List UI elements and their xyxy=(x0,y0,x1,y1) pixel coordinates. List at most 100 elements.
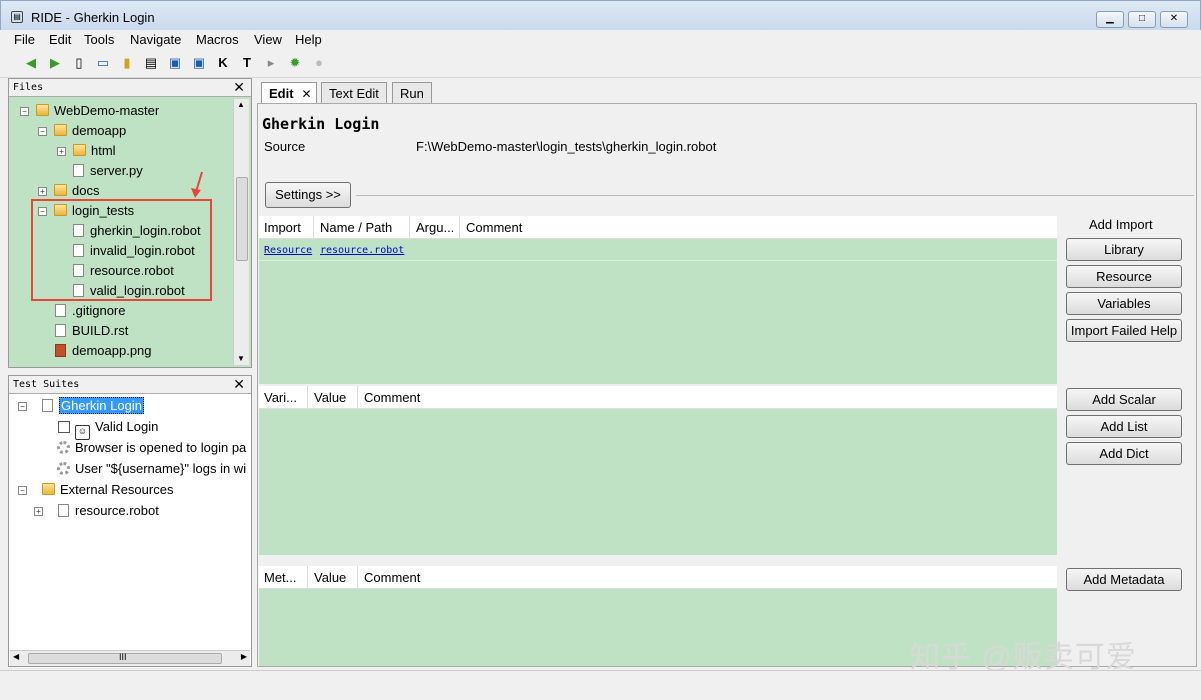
test-item-label: Valid Login xyxy=(95,419,159,434)
tree-item-demoapp[interactable]: − demoapp xyxy=(38,123,126,141)
source-label: Source xyxy=(264,139,306,154)
keyword-item-label: User "${username}" logs in wi xyxy=(75,461,247,476)
suite-item-label: External Resources xyxy=(60,482,174,497)
menu-tools[interactable]: Tools xyxy=(84,32,114,47)
scroll-left-icon[interactable]: ◀ xyxy=(13,652,19,661)
tree-item-label: BUILD.rst xyxy=(72,323,129,338)
stop-icon[interactable]: ● xyxy=(310,54,328,72)
save-icon[interactable]: ▤ xyxy=(142,54,160,72)
add-variables-button[interactable]: Variables xyxy=(1066,292,1182,315)
keyword-item-user-logs-in[interactable]: User "${username}" logs in wi xyxy=(57,461,246,479)
back-arrow-icon[interactable]: ◀ xyxy=(22,54,40,72)
tree-item-label: server.py xyxy=(90,163,143,178)
tree-item-label: demoapp.png xyxy=(72,343,152,358)
menu-macros[interactable]: Macros xyxy=(196,32,239,47)
menu-edit[interactable]: Edit xyxy=(49,32,71,47)
scroll-right-icon[interactable]: ▶ xyxy=(241,652,247,661)
scroll-thumb[interactable] xyxy=(236,177,248,261)
suite-item-gherkin-login[interactable]: − Gherkin Login xyxy=(18,397,144,416)
add-metadata-button[interactable]: Add Metadata xyxy=(1066,568,1182,591)
import-path-link[interactable]: resource.robot xyxy=(320,245,404,256)
scroll-up-icon[interactable]: ▲ xyxy=(237,100,245,109)
status-bar xyxy=(0,670,1201,700)
run-icon[interactable]: ▸ xyxy=(262,54,280,72)
collapse-icon[interactable]: − xyxy=(18,486,27,495)
test-checkbox[interactable] xyxy=(58,421,70,433)
menu-view[interactable]: View xyxy=(254,32,282,47)
col-separator xyxy=(313,216,314,239)
maximize-button[interactable]: □ xyxy=(1128,11,1156,28)
suites-hscrollbar[interactable]: ◀ III ▶ xyxy=(10,650,250,666)
toolbar: ◀ ▶ ▯ ▭ ▮ ▤ ▣ ▣ K T ▸ ✹ ● xyxy=(0,50,1201,78)
variable-table[interactable]: Vari... Value Comment xyxy=(259,386,1057,555)
suite-file-icon xyxy=(42,399,53,412)
robot-icon: ☺ xyxy=(75,425,90,440)
new-file-icon[interactable]: ▯ xyxy=(70,54,88,72)
scroll-thumb[interactable]: III xyxy=(28,652,222,664)
add-dict-button[interactable]: Add Dict xyxy=(1066,442,1182,465)
table-row[interactable]: Resource resource.robot xyxy=(259,240,1057,261)
tree-item-label: html xyxy=(91,143,116,158)
annotation-arrow-icon xyxy=(191,171,203,198)
suite-item-external-resources[interactable]: − External Resources xyxy=(18,482,173,500)
debug-bug-icon[interactable]: ✹ xyxy=(286,54,304,72)
files-scrollbar[interactable]: ▲ ▼ xyxy=(233,99,249,365)
col-separator xyxy=(357,386,358,409)
suites-panel-header: Test Suites ✕ xyxy=(9,376,251,394)
col-header-metadata: Met... xyxy=(264,570,297,585)
search-tests-icon[interactable]: T xyxy=(238,54,256,72)
tree-item-server-py[interactable]: server.py xyxy=(73,163,143,181)
add-import-title: Add Import xyxy=(1089,217,1153,232)
tree-item-html[interactable]: + html xyxy=(57,143,116,161)
forward-arrow-icon[interactable]: ▶ xyxy=(46,54,64,72)
import-table-header: Import Name / Path Argu... Comment xyxy=(259,216,1057,239)
tab-label: Text Edit xyxy=(329,86,379,101)
minimize-button[interactable]: ▁ xyxy=(1096,11,1124,28)
ride-app-icon: ▤ xyxy=(11,11,23,23)
export-icon[interactable]: ▣ xyxy=(190,54,208,72)
tab-run[interactable]: Run xyxy=(392,82,432,104)
collapse-icon[interactable]: − xyxy=(38,127,47,136)
menu-help[interactable]: Help xyxy=(295,32,322,47)
test-item-valid-login[interactable]: ☺ Valid Login xyxy=(58,419,159,440)
file-icon xyxy=(55,304,66,317)
save-all-icon[interactable]: ▣ xyxy=(166,54,184,72)
scroll-down-icon[interactable]: ▼ xyxy=(237,354,245,363)
tree-item-demoapp-png[interactable]: demoapp.png xyxy=(55,343,152,361)
collapse-icon[interactable]: − xyxy=(18,402,27,411)
add-resource-button[interactable]: Resource xyxy=(1066,265,1182,288)
expand-icon[interactable]: + xyxy=(34,507,43,516)
tab-label: Run xyxy=(400,86,424,101)
open-folder-icon[interactable]: ▭ xyxy=(94,54,112,72)
add-library-button[interactable]: Library xyxy=(1066,238,1182,261)
menu-navigate[interactable]: Navigate xyxy=(130,32,181,47)
expand-icon[interactable]: + xyxy=(38,187,47,196)
suite-item-label: Gherkin Login xyxy=(59,397,144,414)
tab-edit[interactable]: Edit ✕ xyxy=(261,82,317,105)
tree-item-build-rst[interactable]: BUILD.rst xyxy=(55,323,128,341)
import-table[interactable]: Import Name / Path Argu... Comment Resou… xyxy=(259,216,1057,384)
col-separator xyxy=(409,216,410,239)
tab-text-edit[interactable]: Text Edit xyxy=(321,82,387,104)
expand-icon[interactable]: + xyxy=(57,147,66,156)
add-list-button[interactable]: Add List xyxy=(1066,415,1182,438)
tree-item-gitignore[interactable]: .gitignore xyxy=(55,303,125,321)
close-panel-icon[interactable]: ✕ xyxy=(233,79,245,96)
add-scalar-button[interactable]: Add Scalar xyxy=(1066,388,1182,411)
col-header-comment: Comment xyxy=(364,570,421,585)
close-window-button[interactable]: ✕ xyxy=(1160,11,1188,28)
search-keywords-icon[interactable]: K xyxy=(214,54,232,72)
menu-file[interactable]: File xyxy=(14,32,35,47)
collapse-icon[interactable]: − xyxy=(20,107,29,116)
open-directory-icon[interactable]: ▮ xyxy=(118,54,136,72)
close-panel-icon[interactable]: ✕ xyxy=(233,376,245,393)
file-icon xyxy=(55,324,66,337)
tree-item-webdemo-master[interactable]: − WebDemo-master xyxy=(20,103,159,121)
settings-button[interactable]: Settings >> xyxy=(265,182,351,208)
import-failed-help-button[interactable]: Import Failed Help xyxy=(1066,319,1182,342)
close-tab-icon[interactable]: ✕ xyxy=(302,87,312,101)
import-type-link[interactable]: Resource xyxy=(264,245,312,256)
folder-icon xyxy=(54,184,67,196)
suite-item-resource-robot[interactable]: + resource.robot xyxy=(34,503,159,521)
keyword-item-browser-opened[interactable]: Browser is opened to login pa xyxy=(57,440,246,458)
